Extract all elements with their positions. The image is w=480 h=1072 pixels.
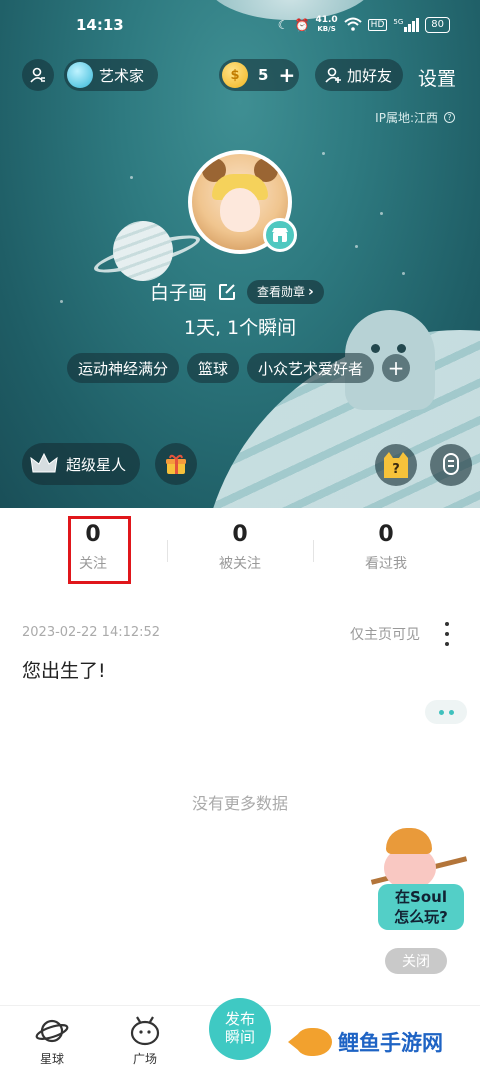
more-options-icon[interactable]	[443, 622, 451, 646]
square-icon	[128, 1016, 162, 1046]
coins-button[interactable]: $ 5 +	[219, 59, 299, 91]
moon-icon: ☾	[277, 18, 289, 32]
nav-square[interactable]: 广场	[115, 1016, 175, 1067]
svg-text:?: ?	[392, 462, 400, 477]
signal-icon: 5G	[393, 18, 420, 32]
cat-mystery-button[interactable]: ?	[375, 444, 417, 486]
nav-planet[interactable]: 星球	[22, 1016, 82, 1067]
superstar-label: 超级星人	[66, 455, 127, 474]
interest-tags: 运动神经满分 篮球 小众艺术爱好者 +	[67, 353, 411, 383]
crown-icon	[30, 452, 58, 473]
stat-label: 被关注	[219, 556, 261, 572]
interest-tag[interactable]: 运动神经满分	[67, 353, 180, 383]
stat-followers[interactable]: 0 被关注	[165, 522, 315, 573]
wifi-icon	[344, 17, 362, 34]
status-time: 14:13	[76, 16, 124, 34]
alarm-icon: ⏰	[294, 18, 310, 32]
voice-button[interactable]	[430, 444, 472, 486]
add-tag-button[interactable]: +	[382, 354, 411, 382]
net-speed: 41.0 KB/S	[315, 15, 338, 34]
soul-guide-mascot[interactable]: 在Soul 怎么玩?	[368, 828, 472, 932]
star-decoration	[60, 300, 63, 303]
planet-icon	[35, 1016, 69, 1046]
plus-icon: +	[278, 63, 296, 87]
fish-logo-icon	[288, 1028, 332, 1056]
add-person-icon	[325, 67, 341, 83]
stat-label: 看过我	[365, 556, 407, 572]
site-watermark: 鲤鱼手游网	[288, 1027, 443, 1057]
battery-indicator: 80	[425, 17, 450, 33]
post-date: 2023-02-22 14:12:52	[22, 625, 161, 640]
cat-icon: ?	[384, 452, 408, 478]
small-planet-decoration	[113, 221, 173, 281]
gift-icon	[166, 454, 186, 474]
name-row: 白子画 查看勋章 ›	[150, 278, 324, 305]
profile-switch-button[interactable]	[22, 59, 54, 91]
post-text: 您出生了!	[22, 660, 106, 682]
chevron-right-icon: ›	[308, 283, 314, 300]
comment-button[interactable]	[425, 700, 467, 724]
star-decoration	[130, 176, 133, 179]
view-medals-button[interactable]: 查看勋章 ›	[247, 279, 324, 304]
interest-tag[interactable]: 篮球	[187, 353, 240, 383]
coin-icon: $	[222, 62, 248, 88]
help-icon[interactable]: ?	[444, 112, 455, 123]
add-friend-label: 加好友	[347, 66, 393, 85]
post-privacy: 仅主页可见	[350, 627, 420, 643]
microphone-icon	[443, 453, 459, 475]
mascot-label: 在Soul 怎么玩?	[378, 884, 464, 930]
highlight-box	[68, 516, 131, 584]
stat-number: 0	[232, 522, 248, 547]
ip-location: IP属地:江西 ?	[375, 109, 455, 126]
add-friend-button[interactable]: 加好友	[315, 59, 403, 91]
coin-count: 5	[258, 66, 269, 84]
star-decoration	[380, 212, 383, 215]
interest-tag[interactable]: 小众艺术爱好者	[247, 353, 375, 383]
superstar-button[interactable]: 超级星人	[22, 443, 140, 485]
star-decoration	[402, 272, 405, 275]
edit-icon[interactable]	[217, 282, 237, 302]
hd-icon: HD	[367, 19, 388, 31]
publish-moment-button[interactable]: 发布 瞬间	[209, 998, 271, 1060]
feather-icon	[67, 62, 93, 88]
role-badge-button[interactable]: 艺术家	[64, 59, 158, 91]
status-icons: ☾ ⏰ 41.0 KB/S HD 5G 80	[278, 16, 450, 34]
settings-button[interactable]: 设置	[418, 64, 456, 91]
person-icon	[30, 67, 45, 83]
status-bar: 14:13 ☾ ⏰ 41.0 KB/S HD 5G 80	[0, 16, 480, 40]
avatar-edit-badge[interactable]	[263, 218, 297, 252]
no-more-data: 没有更多数据	[191, 794, 288, 813]
star-decoration	[355, 245, 358, 248]
user-name: 白子画	[150, 282, 208, 304]
stat-visitors[interactable]: 0 看过我	[311, 522, 461, 573]
star-decoration	[322, 152, 325, 155]
role-badge-label: 艺术家	[99, 66, 145, 85]
profile-summary: 1天, 1个瞬间	[183, 317, 297, 339]
gift-button[interactable]	[155, 443, 197, 485]
store-icon	[272, 228, 288, 242]
stat-number: 0	[378, 522, 394, 547]
close-mascot-button[interactable]: 关闭	[385, 948, 447, 974]
